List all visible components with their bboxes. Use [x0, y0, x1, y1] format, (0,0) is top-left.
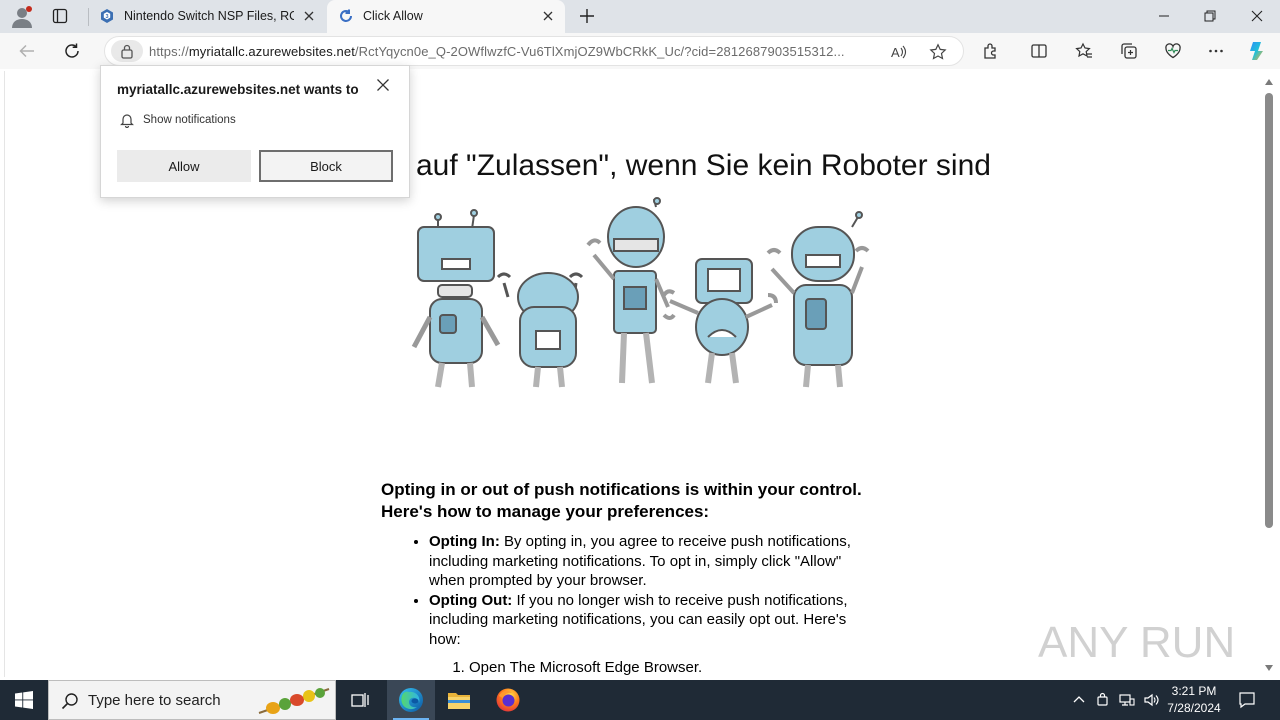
page-scrollbar[interactable]	[1262, 77, 1276, 675]
loading-favicon-icon	[340, 9, 352, 22]
windows-logo-icon	[15, 691, 33, 709]
browser-essentials-icon[interactable]	[1164, 42, 1182, 60]
taskbar-edge[interactable]	[387, 680, 435, 720]
tab-title: Click Allow	[363, 9, 423, 23]
start-button[interactable]	[0, 680, 48, 720]
chevron-up-icon[interactable]	[1071, 692, 1087, 708]
svg-text:3: 3	[105, 14, 108, 20]
tab-click-allow[interactable]: Click Allow	[327, 0, 565, 33]
svg-text:A: A	[891, 45, 900, 60]
favorite-star-icon[interactable]	[929, 43, 947, 61]
close-window-button[interactable]	[1234, 0, 1280, 32]
tab-actions-icon[interactable]	[52, 8, 68, 24]
permission-request: Show notifications	[143, 114, 236, 126]
close-icon[interactable]	[376, 78, 390, 92]
watermark-text: ANY RUN	[1038, 618, 1234, 667]
steps-list: Open The Microsoft Edge Browser.	[429, 658, 881, 678]
favorites-icon[interactable]	[1075, 42, 1093, 60]
split-screen-icon[interactable]	[1030, 42, 1048, 60]
bell-icon	[120, 114, 134, 128]
list-item: Opting In: By opting in, you agree to re…	[429, 532, 881, 591]
edge-browser-icon	[399, 688, 423, 712]
profile-icon[interactable]	[10, 5, 34, 29]
list-item: Opting Out: If you no longer wish to rec…	[429, 591, 881, 678]
restore-button[interactable]	[1187, 0, 1233, 32]
taskbar-file-explorer[interactable]	[435, 680, 483, 720]
read-aloud-icon[interactable]: A	[889, 43, 907, 61]
folder-icon	[448, 693, 470, 709]
hexagon-favicon-icon: 3	[101, 9, 113, 23]
security-tray-icon[interactable]	[1095, 692, 1111, 708]
notification-center-icon[interactable]	[1238, 691, 1256, 709]
clock-date: 7/28/2024	[1167, 701, 1221, 715]
refresh-icon[interactable]	[63, 42, 81, 60]
browser-toolbar: https://myriatallc.azurewebsites.net/Rct…	[0, 33, 1280, 69]
task-view-icon	[351, 693, 369, 707]
tab-nintendo[interactable]: 3 Nintendo Switch NSP Files, ROM	[88, 0, 326, 33]
extensions-icon[interactable]	[982, 42, 1000, 60]
search-placeholder: Type here to search	[88, 692, 221, 709]
robots-illustration	[411, 197, 870, 388]
permission-title: myriatallc.azurewebsites.net wants to	[117, 82, 359, 97]
system-clock[interactable]: 3:21 PM 7/28/2024	[1160, 683, 1228, 717]
close-tab-icon[interactable]	[302, 9, 316, 23]
new-tab-icon[interactable]	[578, 7, 596, 25]
network-icon[interactable]	[1119, 692, 1135, 708]
site-info-button[interactable]	[111, 40, 143, 62]
url-path: /RctYqycn0e_Q-2OWflwzfC-Vu6TlXmjOZ9WbCRk…	[354, 44, 845, 59]
back-arrow-icon[interactable]	[18, 42, 36, 60]
taskbar-search[interactable]: Type here to search	[48, 680, 336, 720]
firefox-icon	[496, 688, 520, 712]
collections-icon[interactable]	[1120, 42, 1138, 60]
options-list: Opting In: By opting in, you agree to re…	[381, 532, 881, 678]
close-tab-icon[interactable]	[541, 9, 555, 23]
tab-title: Nintendo Switch NSP Files, ROM	[124, 9, 294, 23]
minimize-icon	[1159, 15, 1169, 17]
volume-icon[interactable]	[1143, 692, 1159, 708]
intro-heading: Opting in or out of push notifications i…	[381, 480, 862, 521]
page-headline: auf "Zulassen", wenn Sie kein Roboter si…	[416, 149, 991, 182]
address-bar[interactable]: https://myriatallc.azurewebsites.net/Rct…	[104, 36, 964, 66]
close-icon	[1251, 10, 1263, 22]
copilot-icon[interactable]	[1246, 40, 1270, 62]
url-host: myriatallc.azurewebsites.net	[188, 44, 355, 59]
block-button[interactable]: Block	[259, 150, 393, 182]
scroll-thumb[interactable]	[1265, 93, 1273, 528]
windows-taskbar: Type here to search 3:21 PM 7/28/2024	[0, 680, 1280, 720]
url-text: https://myriatallc.azurewebsites.net/Rct…	[149, 44, 889, 59]
task-view-button[interactable]	[336, 680, 384, 720]
notification-info: Opting in or out of push notifications i…	[381, 479, 881, 678]
browser-titlebar: 3 Nintendo Switch NSP Files, ROM Click A…	[0, 0, 1280, 33]
scroll-up-arrow-icon[interactable]	[1265, 79, 1273, 85]
anyrun-watermark: ANY RUN	[1038, 618, 1234, 667]
restore-icon	[1204, 10, 1216, 22]
url-scheme: https://	[149, 44, 189, 59]
lock-icon	[121, 44, 133, 59]
step-item: Open The Microsoft Edge Browser.	[469, 658, 881, 678]
clock-time: 3:21 PM	[1171, 684, 1217, 698]
allow-button[interactable]: Allow	[117, 150, 251, 182]
scroll-down-arrow-icon[interactable]	[1265, 665, 1273, 671]
more-options-icon[interactable]	[1207, 42, 1225, 60]
taskbar-firefox[interactable]	[484, 680, 532, 720]
search-icon	[61, 693, 78, 710]
search-highlight-skewer-icon	[258, 688, 330, 714]
minimize-button[interactable]	[1141, 0, 1187, 32]
bullet-term: Opting In:	[429, 533, 500, 550]
bullet-term: Opting Out:	[429, 591, 513, 609]
notification-permission-prompt: myriatallc.azurewebsites.net wants to Sh…	[100, 65, 410, 198]
